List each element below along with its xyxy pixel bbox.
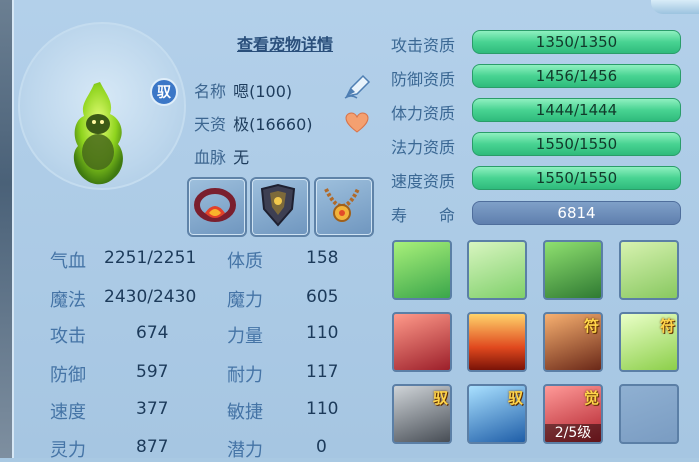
bloodline-value: 无 — [233, 148, 250, 167]
info-aptitude-row: 天资 极(16660) — [194, 111, 313, 135]
aptitude-label-0: 攻击资质 — [391, 36, 456, 55]
aptitude-label-4: 速度资质 — [391, 172, 456, 191]
aptitude-bar-2: 1444/1444 — [472, 98, 681, 122]
fire-skill-icon[interactable] — [467, 312, 527, 372]
attr-value-3: 117 — [306, 362, 339, 382]
name-label: 名称 — [194, 82, 227, 101]
lifespan-label: 寿 命 — [391, 206, 456, 225]
stat-value-3: 597 — [136, 362, 169, 382]
window-corner — [651, 0, 699, 14]
awaken-skill-icon[interactable]: 觉 2/5级 — [543, 384, 603, 444]
aptitude-bar-1: 1456/1456 — [472, 64, 681, 88]
aptitude-label: 天资 — [194, 115, 227, 134]
attr-value-1: 605 — [306, 287, 339, 307]
armor-icon — [260, 183, 296, 227]
stat-value-2: 674 — [136, 323, 169, 343]
skill-tag: 符 — [659, 317, 675, 335]
stat-label-0: 气血 — [50, 251, 86, 272]
info-bloodline-row: 血脉 无 — [194, 144, 249, 168]
attr-label-2: 力量 — [227, 326, 263, 347]
skill-tag: 符 — [583, 317, 599, 335]
attr-value-4: 110 — [306, 399, 339, 419]
view-pet-details-link[interactable]: 查看宠物详情 — [237, 31, 333, 55]
attr-label-5: 潜力 — [227, 440, 263, 461]
shadow-skill-icon[interactable]: 符 — [543, 312, 603, 372]
attr-label-0: 体质 — [227, 251, 263, 272]
equipment-slot-collar[interactable] — [187, 177, 247, 237]
palm-skill-icon[interactable]: 符 — [619, 312, 679, 372]
name-value: 嗯(100) — [233, 82, 293, 101]
stat-value-4: 377 — [136, 399, 169, 419]
window-left-edge — [0, 0, 12, 458]
attr-value-2: 110 — [306, 323, 339, 343]
stat-label-3: 防御 — [50, 365, 86, 386]
collar-icon — [194, 188, 236, 222]
equipment-slot-necklace[interactable] — [314, 177, 374, 237]
bloodline-label: 血脉 — [194, 148, 227, 167]
aptitude-bar-0: 1350/1350 — [472, 30, 681, 54]
lifespan-bar: 6814 — [472, 201, 681, 225]
stat-label-1: 魔法 — [50, 290, 86, 311]
aptitude-bar-4: 1550/1550 — [472, 166, 681, 190]
stat-label-2: 攻击 — [50, 326, 86, 347]
attr-label-1: 魔力 — [227, 290, 263, 311]
necklace-icon — [324, 188, 360, 222]
attr-label-4: 敏捷 — [227, 402, 263, 423]
aptitude-label-1: 防御资质 — [391, 70, 456, 89]
skill-tag: 驭 — [432, 389, 448, 407]
orbs-skill-icon[interactable]: 驭 — [392, 384, 452, 444]
aptitude-bar-3: 1550/1550 — [472, 132, 681, 156]
rename-pen-icon[interactable] — [343, 74, 371, 100]
stat-value-0: 2251/2251 — [104, 248, 197, 268]
attr-value-0: 158 — [306, 248, 339, 268]
favorite-heart-icon[interactable] — [345, 112, 369, 134]
badge-text: 驭 — [157, 85, 171, 101]
attr-label-3: 耐力 — [227, 365, 263, 386]
info-name-row: 名称 嗯(100) — [194, 78, 292, 102]
skill-tag: 驭 — [507, 389, 523, 407]
aptitude-value: 极(16660) — [233, 115, 313, 134]
equipment-slot-armor[interactable] — [250, 177, 310, 237]
skill-level: 2/5级 — [545, 424, 601, 442]
pet-model[interactable] — [60, 80, 136, 190]
stat-value-1: 2430/2430 — [104, 287, 197, 307]
empty-skill-slot[interactable] — [619, 384, 679, 444]
aptitude-label-2: 体力资质 — [391, 104, 456, 123]
stat-label-4: 速度 — [50, 402, 86, 423]
stat-label-5: 灵力 — [50, 440, 86, 461]
ice-skill-icon[interactable]: 驭 — [467, 384, 527, 444]
boot-skill-icon[interactable] — [619, 240, 679, 300]
hand-skill-icon[interactable] — [467, 240, 527, 300]
aptitude-label-3: 法力资质 — [391, 138, 456, 157]
yu-badge-icon: 驭 — [150, 78, 178, 106]
skill-tag: 觉 — [583, 389, 599, 407]
attr-value-5: 0 — [316, 437, 327, 457]
cat-skill-icon[interactable] — [543, 240, 603, 300]
stat-value-5: 877 — [136, 437, 169, 457]
card-skill-icon[interactable] — [392, 312, 452, 372]
figure-skill-icon[interactable] — [392, 240, 452, 300]
